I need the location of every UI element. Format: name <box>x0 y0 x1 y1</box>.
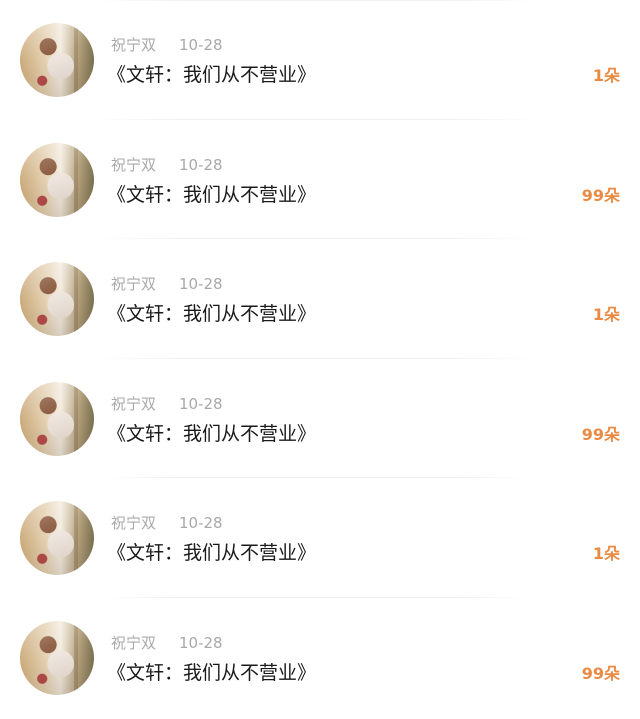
avatar[interactable] <box>20 142 94 217</box>
avatar[interactable] <box>20 262 94 336</box>
item-date: 10-28 <box>179 514 223 532</box>
user-name[interactable]: 祝宁双 <box>111 633 156 653</box>
item-title: 《文轩：我们从不营业》 <box>107 661 317 684</box>
list-item[interactable]: 祝宁双 10-28 《文轩：我们从不营业》 1朵 <box>0 239 640 359</box>
avatar[interactable] <box>20 501 94 575</box>
gift-count: 99朵 <box>581 424 620 444</box>
item-title: 《文轩：我们从不营业》 <box>107 183 317 206</box>
list-item[interactable]: 祝宁双 10-28 《文轩：我们从不营业》 99朵 <box>0 598 640 718</box>
item-date: 10-28 <box>179 394 223 413</box>
list-item[interactable]: 祝宁双 10-28 《文轩：我们从不营业》 99朵 <box>0 359 640 478</box>
list-item[interactable]: 祝宁双 10-28 《文轩：我们从不营业》 1朵 <box>0 0 640 120</box>
item-date: 10-28 <box>179 275 223 293</box>
gift-count: 1朵 <box>592 544 620 563</box>
item-title: 《文轩：我们从不营业》 <box>107 422 317 445</box>
gift-count: 1朵 <box>592 66 620 85</box>
user-name[interactable]: 祝宁双 <box>111 274 156 294</box>
item-title: 《文轩：我们从不营业》 <box>107 64 317 86</box>
gift-count: 99朵 <box>581 663 620 683</box>
user-name[interactable]: 祝宁双 <box>111 155 156 175</box>
gift-list: 祝宁双 10-28 《文轩：我们从不营业》 1朵 祝宁双 10-28 《文轩：我… <box>0 0 640 719</box>
avatar[interactable] <box>20 381 94 456</box>
item-date: 10-28 <box>179 155 223 174</box>
avatar[interactable] <box>20 23 94 97</box>
gift-count: 99朵 <box>581 185 620 205</box>
avatar[interactable] <box>20 620 94 695</box>
item-title: 《文轩：我们从不营业》 <box>107 542 317 564</box>
item-date: 10-28 <box>179 633 223 652</box>
list-item[interactable]: 祝宁双 10-28 《文轩：我们从不营业》 1朵 <box>0 478 640 598</box>
user-name[interactable]: 祝宁双 <box>111 513 156 533</box>
item-title: 《文轩：我们从不营业》 <box>107 303 317 325</box>
list-item[interactable]: 祝宁双 10-28 《文轩：我们从不营业》 99朵 <box>0 120 640 239</box>
user-name[interactable]: 祝宁双 <box>111 35 156 55</box>
item-date: 10-28 <box>179 36 223 54</box>
gift-count: 1朵 <box>592 305 620 324</box>
user-name[interactable]: 祝宁双 <box>111 394 156 414</box>
